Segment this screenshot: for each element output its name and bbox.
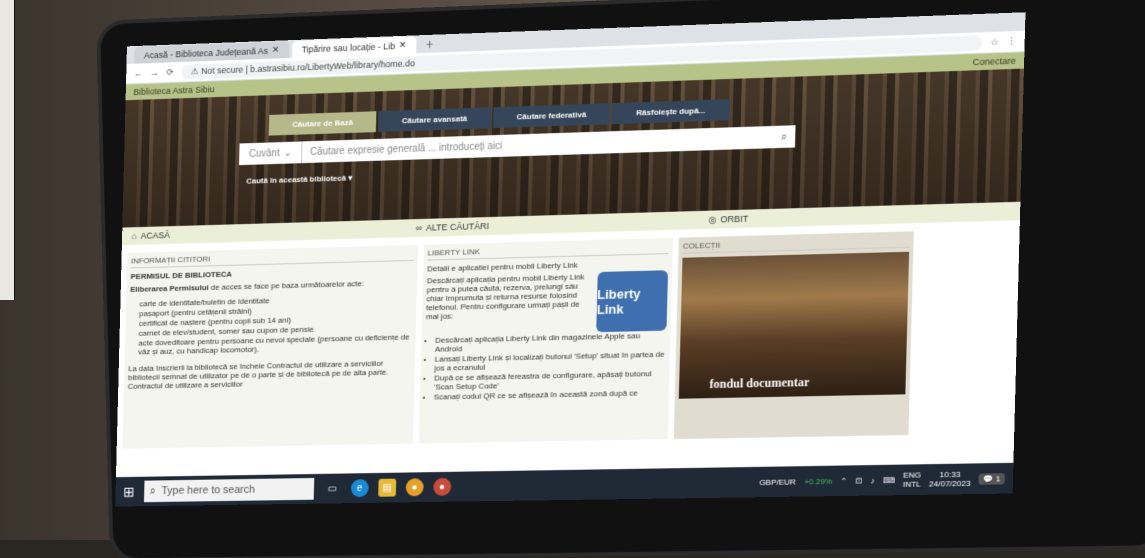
books-caption: fondul documentar xyxy=(709,374,810,392)
tablet-screen: Acasă - Biblioteca Județeană As ✕ Tipărir… xyxy=(115,12,1026,507)
search-scope-select[interactable]: Caută în această bibliotecă ▾ xyxy=(246,173,352,185)
main-content: INFORMAȚII CITITORI PERMISUL DE BIBLIOTE… xyxy=(117,220,1020,449)
ticker-change: +0.29% xyxy=(804,476,833,486)
search-icon[interactable]: ⌕ xyxy=(773,131,796,143)
library-name: Biblioteca Astra Sibiu xyxy=(133,84,215,98)
url-text: b.astrasibiu.ro/LibertyWeb/library/home.… xyxy=(250,57,415,74)
time-label: 10:33 xyxy=(939,469,961,480)
chrome-alt-icon[interactable]: ● xyxy=(432,477,452,496)
reader-info-panel: INFORMAȚII CITITORI PERMISUL DE BIBLIOTE… xyxy=(122,244,419,449)
nav-other-label: ALTE CĂUTĂRI xyxy=(425,221,490,233)
search-icon: ⌕ xyxy=(149,484,156,497)
search-field-select[interactable]: Cuvânt ⌄ xyxy=(239,141,303,166)
chevron-up-icon[interactable]: ⌃ xyxy=(840,476,847,485)
menu-icon[interactable]: ⋮ xyxy=(1007,36,1017,48)
panel-header: LIBERTY LINK xyxy=(427,242,669,261)
close-icon[interactable]: ✕ xyxy=(399,40,407,51)
orbit-icon: ◎ xyxy=(708,214,717,225)
chevron-down-icon: ⌄ xyxy=(283,147,292,159)
documents-list: carte de identitate/buletin de identitat… xyxy=(138,293,413,356)
tab-label: Acasă - Biblioteca Județeană As xyxy=(143,45,269,60)
clock[interactable]: 10:33 24/07/2023 xyxy=(929,470,971,489)
tab-basic-search[interactable]: Căutare de Bază xyxy=(268,111,377,136)
tab-advanced-search[interactable]: Căutare avansată xyxy=(378,107,492,132)
collections-panel: COLECȚII fondul documentar xyxy=(673,231,914,440)
lang-indicator[interactable]: ENG INTL xyxy=(903,470,921,489)
home-icon: ⌂ xyxy=(131,231,137,242)
network-icon[interactable]: ⊡ xyxy=(855,476,862,485)
new-tab-icon[interactable]: ＋ xyxy=(419,35,440,53)
nav-home-label: ACASĂ xyxy=(140,230,171,241)
search-scope-label: Caută în această bibliotecă xyxy=(246,173,347,186)
taskbar-search-placeholder: Type here to search xyxy=(161,483,256,498)
forward-icon[interactable]: → xyxy=(150,68,159,78)
search-input[interactable]: Căutare expresie generală ... introduceț… xyxy=(302,132,773,158)
not-secure-label: Not secure xyxy=(201,64,244,76)
ticker-label[interactable]: GBP/EUR xyxy=(759,477,796,487)
volume-icon[interactable]: ♪ xyxy=(870,476,874,485)
keyboard-icon[interactable]: ⌨ xyxy=(883,475,895,484)
system-tray: GBP/EUR +0.29% ⌃ ⊡ ♪ ⌨ ENG INTL 10:33 24/0… xyxy=(759,469,1005,491)
binoculars-icon: ∞ xyxy=(415,222,423,234)
lang-sub-label: INTL xyxy=(902,479,921,490)
star-icon[interactable]: ☆ xyxy=(990,36,999,48)
file-explorer-icon[interactable]: ▤ xyxy=(377,478,397,497)
windows-start-icon[interactable]: ⊞ xyxy=(123,483,135,500)
notif-count: 1 xyxy=(995,473,1001,484)
intro-text: Eliberarea Permisului de acces se face p… xyxy=(130,278,413,294)
login-link[interactable]: Conectare xyxy=(972,56,1016,68)
back-icon[interactable]: ← xyxy=(134,68,143,78)
chrome-icon[interactable]: ● xyxy=(405,478,424,497)
edge-icon[interactable]: e xyxy=(350,479,369,498)
panel-header: COLECȚII xyxy=(682,235,910,254)
contract-text: La data înscrierii la bibliotecă se înch… xyxy=(127,358,389,391)
tab-federated-search[interactable]: Căutare federativă xyxy=(492,103,611,129)
lang-label: ENG xyxy=(903,470,922,480)
close-icon[interactable]: ✕ xyxy=(272,45,280,56)
liberty-link-panel: LIBERTY LINK Detalii e aplicatiei pentru… xyxy=(418,237,673,444)
intro-rest: de acces se face pe baza următoarelor ac… xyxy=(210,279,365,292)
search-field-value: Cuvânt xyxy=(248,147,280,160)
reload-icon[interactable]: ⟳ xyxy=(166,67,173,78)
date-label: 24/07/2023 xyxy=(928,478,971,489)
liberty-link-logo: Liberty Link xyxy=(596,270,669,333)
books-image[interactable]: fondul documentar xyxy=(678,251,910,399)
notifications-icon[interactable]: 💬 1 xyxy=(978,472,1005,485)
task-view-icon[interactable]: ▭ xyxy=(323,480,341,498)
paper-edge xyxy=(0,0,15,300)
taskbar-search[interactable]: ⌕ Type here to search xyxy=(143,477,315,503)
intro-bold: Eliberarea Permisului xyxy=(130,283,209,294)
tab-browse[interactable]: Răsfoiește după... xyxy=(611,99,730,125)
nav-orbit-label: ORBIT xyxy=(720,213,749,225)
tab-label: Tipărire sau locație - Lib xyxy=(301,40,396,55)
setup-steps: Descărcați aplicația Liberty Link din ma… xyxy=(434,331,667,401)
